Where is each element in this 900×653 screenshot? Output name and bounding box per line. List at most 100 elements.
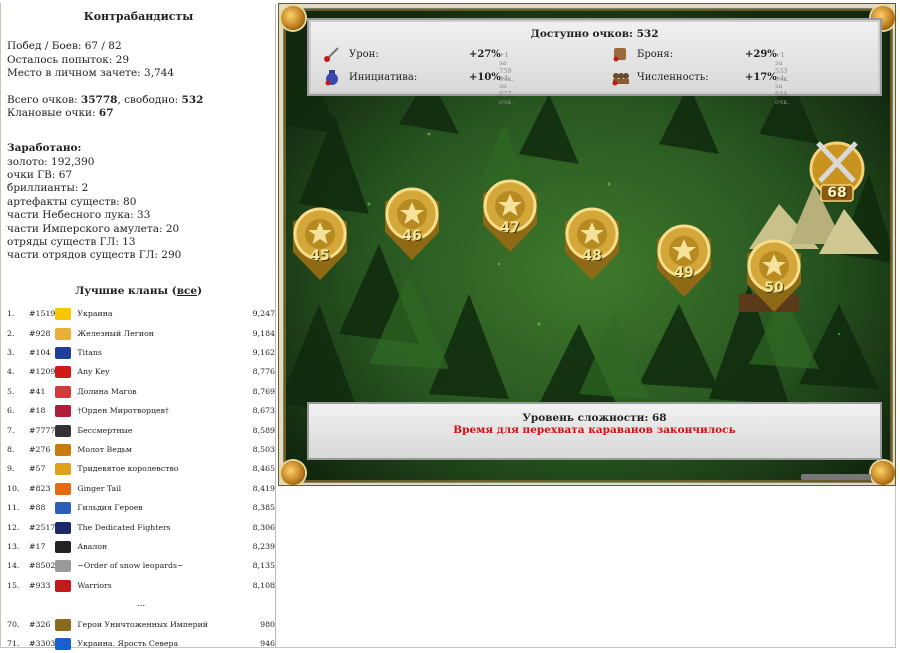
clan-row[interactable]: 1. #1519 Украина 9,247 xyxy=(7,304,275,323)
clan-id: #276 xyxy=(29,445,51,454)
clan-row[interactable]: 12. #2517 The Dedicated Fighters 8,306 xyxy=(7,518,275,537)
clan-row[interactable]: 11. #88 Гильдия Героев 8,385 xyxy=(7,498,275,517)
clan-rank: 14. xyxy=(7,561,20,571)
clan-name[interactable]: The Dedicated Fighters xyxy=(77,518,246,537)
flag-icon xyxy=(55,405,72,418)
knight-icon xyxy=(55,540,72,553)
clan-row[interactable]: 14. #8502 ~Order of snow leopards~ 8,135 xyxy=(7,556,275,575)
caravan-medal[interactable]: 47 xyxy=(477,176,543,256)
clan-name[interactable]: Any Key xyxy=(77,362,246,381)
clan-rank: 2. xyxy=(7,328,15,338)
clan-score: 8,419 xyxy=(252,483,275,493)
clan-points: Клановые очки: 67 xyxy=(7,107,114,120)
caravan-medal[interactable]: 46 xyxy=(379,184,445,264)
total-points: Всего очков: 35778, свободно: 532 xyxy=(7,94,204,107)
clan-rank: 13. xyxy=(7,541,20,551)
clan-score: 8,503 xyxy=(252,445,275,454)
ukraine-flag-icon xyxy=(55,308,72,321)
ukraine-flag-icon xyxy=(55,637,72,650)
clan-name[interactable]: Titans xyxy=(77,343,246,362)
star-icon xyxy=(55,385,72,398)
status-panel: Уровень сложности: 68 Время для перехват… xyxy=(307,402,882,460)
clan-score: 8,108 xyxy=(252,580,275,590)
fighters-icon xyxy=(55,521,72,534)
player-stats: Побед / Боев: 67 / 82 Осталось попыток: … xyxy=(2,40,275,262)
clan-id: #7777 xyxy=(29,425,56,435)
caravan-medal[interactable]: 49 xyxy=(651,221,717,301)
clan-id: #1209 xyxy=(29,367,56,377)
clans-ellipsis: ... xyxy=(136,599,146,610)
clan-rank: 70. xyxy=(7,619,20,629)
clan-rank: 1. xyxy=(7,309,15,319)
shield-icon xyxy=(55,502,72,515)
clan-row[interactable]: 7. #7777 Бессмертные 8,589 xyxy=(7,421,275,440)
best-clans-heading: Лучшие кланы (все) xyxy=(74,284,203,297)
clans-table: 1. #1519 Украина 9,247 2. #928 Железный Легион… xyxy=(7,304,275,653)
clan-row[interactable]: 8. #276 Молот Ведьм 8,503 xyxy=(7,440,275,459)
clan-rank: 3. xyxy=(7,348,15,358)
caravan-medal[interactable]: 50 xyxy=(741,236,807,316)
clan-row[interactable]: 10. #823 Ginger Tail 8,419 xyxy=(7,479,275,498)
clan-id: #823 xyxy=(29,483,51,493)
earned-gold: золото: 192,390 xyxy=(7,155,95,168)
clan-name[interactable]: ~Order of snow leopards~ xyxy=(77,556,246,575)
clan-row[interactable]: 2. #928 Железный Легион 9,184 xyxy=(7,324,275,343)
earned-diamonds: бриллианты: 2 xyxy=(7,182,89,195)
earned-bow-parts: части Небесного лука: 33 xyxy=(7,209,151,222)
clan-rank: 4. xyxy=(7,367,15,377)
active-caravan-medal[interactable]: 68 xyxy=(804,131,870,211)
available-points: Доступно очков: 532 xyxy=(530,28,659,40)
clan-name[interactable]: Молот Ведьм xyxy=(77,440,246,459)
sword-icon xyxy=(323,45,341,63)
all-clans-link[interactable]: все xyxy=(177,285,197,297)
clan-id: #88 xyxy=(29,503,46,513)
clan-row[interactable]: 5. #41 Долина Магов 8,769 xyxy=(7,382,275,401)
clan-row[interactable]: 9. #57 Тридевятое королевство 8,465 xyxy=(7,459,275,478)
attempts-left: Осталось попыток: 29 xyxy=(7,53,130,66)
clan-name[interactable]: Авалон xyxy=(77,537,246,556)
clan-score: 8,776 xyxy=(252,367,275,377)
map-scrollbar[interactable] xyxy=(801,474,871,480)
bat-icon xyxy=(55,424,72,437)
clan-name[interactable]: Warriors xyxy=(77,576,246,595)
leopard-icon xyxy=(55,560,72,573)
clan-name[interactable]: Тридевятое королевство xyxy=(77,459,246,478)
clan-name[interactable]: Гильдия Героев xyxy=(77,498,246,517)
frame-corner-ornament xyxy=(871,461,895,485)
clan-rank: 10. xyxy=(7,483,20,493)
clan-score: 8,673 xyxy=(252,406,275,416)
clan-score: 8,135 xyxy=(252,561,275,571)
clan-id: #933 xyxy=(29,580,51,590)
clan-name[interactable]: Бессмертные xyxy=(77,421,246,440)
clan-id: #928 xyxy=(29,328,51,338)
clan-id: #3303 xyxy=(29,638,56,648)
ankh-icon xyxy=(55,618,72,631)
clan-score: 9,184 xyxy=(252,328,275,338)
clan-row[interactable]: 4. #1209 Any Key 8,776 xyxy=(7,362,275,381)
clan-rank: 6. xyxy=(7,406,15,416)
clan-row[interactable]: 71. #3303 Украина. Ярость Севера 946 xyxy=(7,634,275,653)
clan-rank: 71. xyxy=(7,638,20,648)
clan-name[interactable]: Украина xyxy=(77,304,246,323)
frame-corner-ornament xyxy=(281,461,305,485)
clan-row[interactable]: 13. #17 Авалон 8,239 xyxy=(7,537,275,556)
clan-row[interactable]: 15. #933 Warriors 8,108 xyxy=(7,576,275,595)
clan-score: 8,465 xyxy=(252,464,275,474)
clan-name[interactable]: †Орден Миротворцев† xyxy=(77,401,246,420)
caravan-medal[interactable]: 45 xyxy=(287,204,353,284)
clan-rank: 9. xyxy=(7,464,15,474)
caravan-medal[interactable]: 48 xyxy=(559,204,625,284)
clan-row[interactable]: 6. #18 †Орден Миротворцев† 8,673 xyxy=(7,401,275,420)
clan-name[interactable]: Герои Уничтоженных Империй xyxy=(77,615,246,634)
clan-row[interactable]: 70. #326 Герои Уничтоженных Империй 980 xyxy=(7,615,275,634)
warriors-icon xyxy=(55,579,72,592)
titans-icon xyxy=(55,347,72,360)
hammer-icon xyxy=(55,444,72,456)
clan-name[interactable]: Железный Легион xyxy=(77,324,246,343)
clan-row[interactable]: 3. #104 Titans 9,162 xyxy=(7,343,275,362)
clan-name[interactable]: Долина Магов xyxy=(77,382,246,401)
clan-name[interactable]: Ginger Tail xyxy=(77,479,246,498)
clan-name[interactable]: Украина. Ярость Севера xyxy=(77,634,246,653)
clan-rank: 5. xyxy=(7,386,15,396)
clan-id: #326 xyxy=(29,619,51,629)
